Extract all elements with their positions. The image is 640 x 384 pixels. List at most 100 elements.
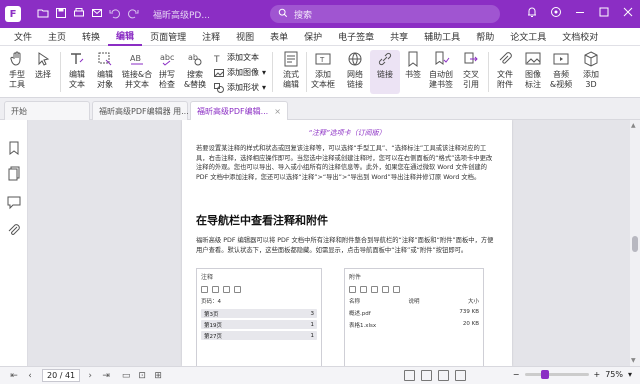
search-box[interactable]: 搜索 <box>270 5 500 23</box>
attachment-size: 739 KB <box>459 309 479 315</box>
menu-item[interactable]: 表单 <box>262 28 296 46</box>
save-icon[interactable] <box>55 7 67 22</box>
last-page-icon[interactable]: ⇥ <box>100 370 112 382</box>
link-button[interactable]: 链接 <box>370 50 400 94</box>
print-icon[interactable] <box>73 7 85 22</box>
spell-check-button[interactable]: abc 拼写 检查 <box>152 50 182 90</box>
menu-item[interactable]: 主页 <box>40 28 74 46</box>
auto-bookmark-label: 自动创 建书签 <box>429 70 453 89</box>
menu-item[interactable]: 文档校对 <box>554 28 606 46</box>
comment-group-count: 3 <box>310 310 315 317</box>
reflow-icon <box>284 51 298 67</box>
pages-panel-icon[interactable] <box>6 166 22 182</box>
audio-video-button[interactable]: 音频 &视频 <box>546 50 576 90</box>
minimize-icon[interactable] <box>574 6 586 21</box>
single-page-view-icon[interactable] <box>404 370 415 381</box>
find-replace-button[interactable]: ab 搜索 &替换 <box>180 50 210 90</box>
comment-group-row: 第19页 1 <box>201 320 317 329</box>
menu-item[interactable]: 转换 <box>74 28 108 46</box>
web-link-button[interactable]: 网络 链接 <box>340 50 370 90</box>
add-textbox-button[interactable]: T 添加 文本框 <box>308 50 338 90</box>
prev-page-icon[interactable]: ‹ <box>24 370 36 382</box>
menu-item[interactable]: 文件 <box>6 28 40 46</box>
menu-item[interactable]: 视图 <box>228 28 262 46</box>
zoom-slider-knob[interactable] <box>540 370 549 379</box>
menu-item[interactable]: 共享 <box>382 28 416 46</box>
facing-continuous-view-icon[interactable] <box>455 370 466 381</box>
column-header-desc: 说明 <box>408 299 420 305</box>
toolbar-icon <box>223 286 230 293</box>
image-note-label: 图像 标注 <box>525 70 541 89</box>
folder-icon[interactable] <box>37 7 49 22</box>
column-header-size: 大小 <box>467 299 479 305</box>
menu-item[interactable]: 注释 <box>194 28 228 46</box>
continuous-view-icon[interactable] <box>421 370 432 381</box>
select-button[interactable]: 选择 <box>28 50 58 80</box>
menu-item[interactable]: 帮助 <box>468 28 502 46</box>
add-shape-button[interactable]: 添加形状 ▾ <box>214 82 266 93</box>
tab-doc-1[interactable]: 福昕高级PDF编辑器 用... <box>92 101 189 120</box>
page-subtitle: “注释”选项卡（订阅版） <box>308 129 386 137</box>
page-view-icon[interactable]: ▭ <box>120 370 132 382</box>
hand-icon <box>10 51 21 66</box>
hand-tool-label: 手型 工具 <box>9 70 25 89</box>
scroll-up-icon[interactable]: ▲ <box>631 122 636 129</box>
comments-panel-icon[interactable] <box>6 194 22 210</box>
zoom-level[interactable]: 75% <box>605 370 623 379</box>
zoom-slider[interactable] <box>524 370 589 379</box>
menu-item[interactable]: 保护 <box>296 28 330 46</box>
auto-bookmark-button[interactable]: 自动创 建书签 <box>424 50 458 90</box>
menu-item[interactable]: 编辑 <box>108 28 143 46</box>
zoom-in-icon[interactable]: + <box>594 370 601 379</box>
add-image-button[interactable]: 添加图像 ▾ <box>214 67 266 78</box>
toolbar-icon <box>393 286 400 293</box>
split-view-icon[interactable]: ⊞ <box>152 370 164 382</box>
chevron-down-icon[interactable]: ▾ <box>628 370 632 379</box>
redo-icon[interactable] <box>127 7 139 22</box>
panel-toolbar <box>345 284 483 295</box>
spell-check-label: 拼写 检查 <box>159 70 175 89</box>
attachment-panel-icon[interactable] <box>6 222 22 238</box>
link-merge-text-button[interactable]: AB 链接&合 并文本 <box>120 50 154 90</box>
bookmark-panel-icon[interactable] <box>6 140 22 156</box>
file-attachment-button[interactable]: 文件 附件 <box>490 50 520 90</box>
notification-icon[interactable] <box>550 6 562 21</box>
paragraph: 福昕高级 PDF 编辑器可以将 PDF 文档中所有注释和附件整合到导航栏的“注释… <box>196 237 494 254</box>
close-tab-icon[interactable]: × <box>274 107 281 116</box>
attachments-panel-title: 附件 <box>349 274 362 281</box>
next-page-icon[interactable]: › <box>84 370 96 382</box>
search-input[interactable]: 搜索 <box>294 8 312 21</box>
page-number-field[interactable]: 20 / 41 <box>42 369 81 382</box>
undo-icon[interactable] <box>109 7 121 22</box>
menu-item[interactable]: 辅助工具 <box>416 28 468 46</box>
tab-doc-2[interactable]: 福昕高级PDF编辑... × <box>190 101 288 120</box>
menu-item[interactable]: 论文工具 <box>502 28 554 46</box>
close-icon[interactable] <box>622 6 634 21</box>
menu-item[interactable]: 页面管理 <box>142 28 194 46</box>
maximize-icon[interactable] <box>598 6 610 21</box>
spell-check-icon: abc <box>160 53 174 66</box>
app-window: F 福昕高级PD... 搜索 文件 主页 转换 编辑 页面管理 注释 视图 表单 保护 电子签章共… <box>0 0 640 384</box>
chevron-down-icon: ▾ <box>262 83 267 92</box>
image-note-button[interactable]: 图像 标注 <box>518 50 548 90</box>
scroll-down-icon[interactable]: ▼ <box>631 357 636 364</box>
zoom-out-icon[interactable]: − <box>513 370 520 379</box>
add-text-button[interactable]: T 添加文本 <box>214 52 259 63</box>
vertical-scrollbar[interactable]: ▲ ▼ <box>630 120 640 366</box>
facing-view-icon[interactable] <box>438 370 449 381</box>
scrollbar-thumb[interactable] <box>632 236 638 252</box>
first-page-icon[interactable]: ⇤ <box>8 370 20 382</box>
edit-object-button[interactable]: 编辑 对象 <box>90 50 120 90</box>
link-label: 链接 <box>377 70 393 79</box>
tab-start[interactable]: 开始 <box>4 101 90 120</box>
cross-reference-button[interactable]: 交叉 引用 <box>456 50 486 90</box>
menu-item[interactable]: 电子签章 <box>330 28 382 46</box>
reflow-edit-button[interactable]: 流式 编辑 <box>276 50 306 90</box>
email-icon[interactable] <box>91 7 103 22</box>
bell-icon[interactable] <box>526 6 538 21</box>
edit-text-button[interactable]: 编辑 文本 <box>62 50 92 90</box>
add-3d-button[interactable]: 添加 3D <box>576 50 606 90</box>
fit-page-icon[interactable]: ⊡ <box>136 370 148 382</box>
tab-label: 福昕高级PDF编辑器 用... <box>99 106 189 116</box>
document-viewport[interactable]: “注释”选项卡（订阅版） 若要设置某注释的样式和状态或回复该注释等，可以选择“手… <box>28 120 630 366</box>
